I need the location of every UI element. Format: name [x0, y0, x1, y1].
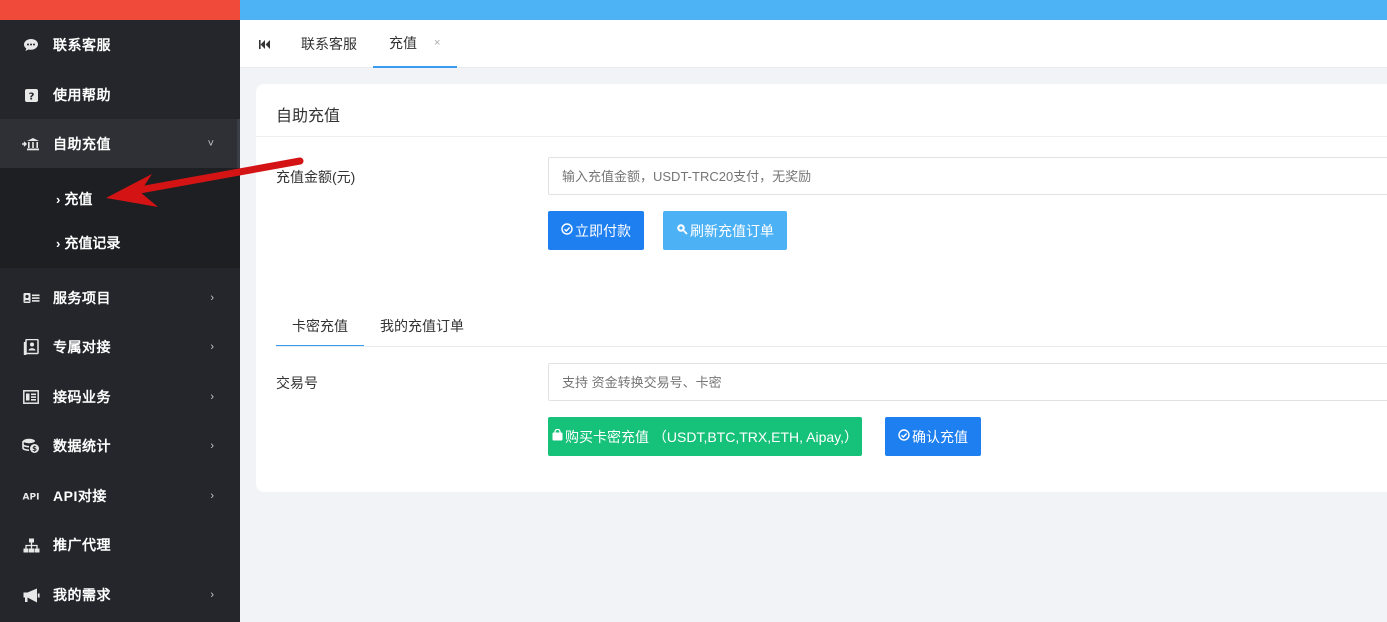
chevron-down-icon: ˅ — [207, 138, 214, 150]
sidebar-item-contact[interactable]: 联系客服 — [0, 20, 240, 70]
confirm-recharge-label: 确认充值 — [912, 428, 968, 445]
card-header-divider — [256, 136, 1387, 137]
chat-bubble-icon — [22, 36, 40, 54]
chevron-right-icon: › — [210, 391, 214, 403]
sidebar-item-label: 数据统计 — [53, 438, 111, 454]
coins-icon: $ — [22, 437, 40, 455]
api-icon: API — [22, 487, 40, 505]
sidebar-subitem-label: 充值记录 — [64, 235, 121, 251]
tab-label: 联系客服 — [301, 36, 357, 52]
chevron-right-icon: › — [210, 490, 214, 502]
chevron-right-icon: › — [210, 292, 214, 304]
check-circle-icon — [561, 223, 573, 238]
subtab-label: 卡密充值 — [292, 317, 348, 334]
sidebar-item-label: 联系客服 — [53, 37, 111, 53]
search-icon — [676, 223, 688, 238]
contact-card-icon — [22, 338, 40, 356]
sidebar-item-services[interactable]: 服务项目 › — [0, 273, 240, 323]
sidebar-item-label: 使用帮助 — [53, 87, 111, 103]
sidebar-item-sms-code[interactable]: 接码业务 › — [0, 372, 240, 422]
amount-input[interactable] — [548, 157, 1387, 195]
card-title: 自助充值 — [276, 108, 341, 125]
sidebar-item-help[interactable]: ? 使用帮助 — [0, 70, 240, 120]
sidebar-item-label: 我的需求 — [53, 587, 111, 603]
tab-label: 充值 — [389, 35, 417, 51]
pay-now-button[interactable]: 立即付款 — [548, 211, 644, 250]
page-tabs-bar: 联系客服 充值 × — [240, 20, 1387, 68]
chevron-right-icon: › — [210, 341, 214, 353]
chevron-right-icon: › — [210, 440, 214, 452]
tab-recharge[interactable]: 充值 × — [373, 20, 457, 68]
sidebar-subitem-recharge-history[interactable]: › 充值记录 — [56, 228, 120, 258]
megaphone-icon — [22, 586, 40, 604]
refresh-orders-label: 刷新充值订单 — [690, 222, 774, 239]
rewind-icon[interactable] — [254, 34, 274, 54]
subtab-label: 我的充值订单 — [380, 318, 464, 334]
shopping-bag-icon — [552, 428, 563, 444]
sidebar-item-label: 推广代理 — [53, 537, 111, 553]
subtab-card-recharge[interactable]: 卡密充值 — [276, 306, 364, 347]
svg-text:API: API — [23, 493, 40, 502]
sidebar-item-label: 自助充值 — [53, 136, 111, 152]
sidebar-subitem-recharge[interactable]: › 充值 — [56, 184, 92, 214]
chevron-right-icon: › — [56, 191, 61, 207]
sidebar-item-label: 专属对接 — [53, 339, 111, 355]
svg-text:?: ? — [28, 91, 34, 102]
tab-contact[interactable]: 联系客服 — [301, 20, 357, 68]
transaction-input[interactable] — [548, 363, 1387, 401]
sidebar-item-statistics[interactable]: $ 数据统计 › — [0, 421, 240, 471]
transaction-label: 交易号 — [276, 375, 318, 391]
code-icon — [22, 388, 40, 406]
top-header-bar — [240, 0, 1387, 20]
sidebar-item-self-recharge[interactable]: 自助充值 ˅ — [0, 119, 240, 169]
sidebar-item-promotion[interactable]: 推广代理 — [0, 520, 240, 570]
sidebar-item-label: 接码业务 — [53, 389, 111, 405]
sidebar-item-exclusive[interactable]: 专属对接 › — [0, 322, 240, 372]
question-icon: ? — [22, 86, 40, 104]
chevron-right-icon: › — [56, 235, 61, 251]
sidebar-item-label: 服务项目 — [53, 290, 111, 306]
sidebar-item-api[interactable]: API API对接 › — [0, 471, 240, 521]
sidebar-subitem-label: 充值 — [64, 191, 93, 207]
buy-card-label: 购买卡密充值 （USDT,BTC,TRX,ETH, Aipay,） — [565, 428, 858, 445]
chevron-right-icon: › — [210, 589, 214, 601]
refresh-orders-button[interactable]: 刷新充值订单 — [663, 211, 787, 250]
sidebar: 联系客服 ? 使用帮助 自助充值 ˅ › 充值 › 充值记录 服务项目 › 专属… — [0, 0, 240, 622]
sidebar-logo-bar — [0, 0, 240, 20]
close-icon[interactable]: × — [434, 37, 440, 49]
buy-card-button[interactable]: 购买卡密充值 （USDT,BTC,TRX,ETH, Aipay,） — [548, 417, 862, 456]
subtab-my-orders[interactable]: 我的充值订单 — [380, 306, 464, 346]
amount-label: 充值金额(元) — [276, 169, 356, 185]
pay-now-label: 立即付款 — [575, 222, 631, 239]
svg-text:$: $ — [32, 445, 37, 453]
confirm-recharge-button[interactable]: 确认充值 — [885, 417, 981, 456]
sitemap-icon — [22, 536, 40, 554]
id-card-icon — [22, 289, 40, 307]
check-circle-icon — [898, 429, 910, 444]
subtabs-divider — [276, 346, 1387, 347]
sidebar-item-my-requests[interactable]: 我的需求 › — [0, 570, 240, 620]
sidebar-item-label: API对接 — [53, 488, 107, 504]
bank-icon — [22, 135, 40, 153]
